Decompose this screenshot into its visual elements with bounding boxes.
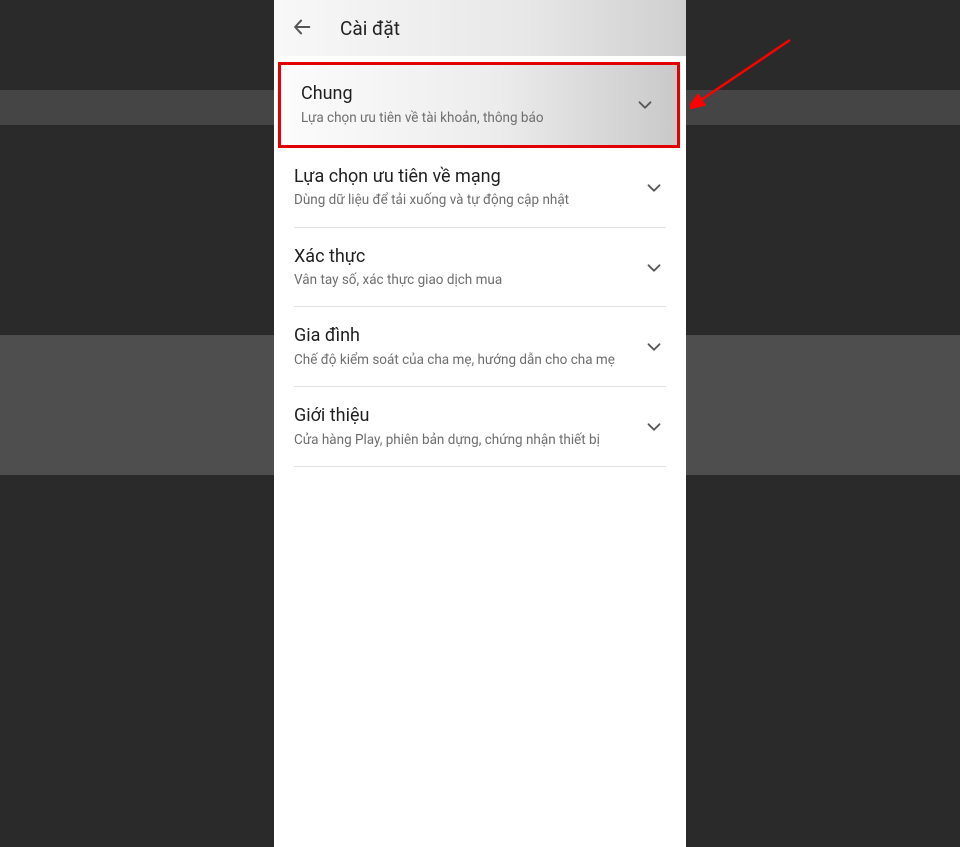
section-family[interactable]: Gia đình Chế độ kiểm soát của cha mẹ, hư… (274, 307, 686, 387)
section-title: Gia đình (294, 325, 632, 347)
section-title: Chung (301, 83, 623, 105)
section-text: Chung Lựa chọn ưu tiên về tài khoản, thô… (301, 83, 633, 127)
chevron-down-icon (642, 335, 666, 359)
header-title: Cài đặt (340, 17, 400, 40)
section-subtitle: Dùng dữ liệu để tải xuống và tự động cập… (294, 191, 632, 209)
section-text: Giới thiệu Cửa hàng Play, phiên bản dựng… (294, 405, 642, 449)
section-subtitle: Lựa chọn ưu tiên về tài khoản, thông báo (301, 109, 623, 127)
section-network[interactable]: Lựa chọn ưu tiên về mạng Dùng dữ liệu để… (274, 148, 686, 228)
section-text: Gia đình Chế độ kiểm soát của cha mẹ, hư… (294, 325, 642, 369)
divider (294, 466, 666, 467)
section-subtitle: Cửa hàng Play, phiên bản dựng, chứng nhậ… (294, 431, 632, 449)
section-title: Xác thực (294, 246, 632, 268)
phone-frame: Cài đặt Chung Lựa chọn ưu tiên về tài kh… (274, 0, 686, 847)
settings-list: Chung Lựa chọn ưu tiên về tài khoản, thô… (274, 56, 686, 847)
section-general[interactable]: Chung Lựa chọn ưu tiên về tài khoản, thô… (278, 62, 680, 148)
chevron-down-icon (642, 176, 666, 200)
back-button[interactable] (282, 8, 322, 48)
section-title: Giới thiệu (294, 405, 632, 427)
arrow-left-icon (291, 16, 313, 41)
section-text: Xác thực Vân tay số, xác thực giao dịch … (294, 246, 642, 290)
section-about[interactable]: Giới thiệu Cửa hàng Play, phiên bản dựng… (274, 387, 686, 467)
section-subtitle: Vân tay số, xác thực giao dịch mua (294, 271, 632, 289)
chevron-down-icon (642, 256, 666, 280)
section-title: Lựa chọn ưu tiên về mạng (294, 166, 632, 188)
chevron-down-icon (642, 415, 666, 439)
section-auth[interactable]: Xác thực Vân tay số, xác thực giao dịch … (274, 228, 686, 308)
section-text: Lựa chọn ưu tiên về mạng Dùng dữ liệu để… (294, 166, 642, 210)
app-header: Cài đặt (274, 0, 686, 56)
section-subtitle: Chế độ kiểm soát của cha mẹ, hướng dẫn c… (294, 351, 632, 369)
chevron-down-icon (633, 93, 657, 117)
